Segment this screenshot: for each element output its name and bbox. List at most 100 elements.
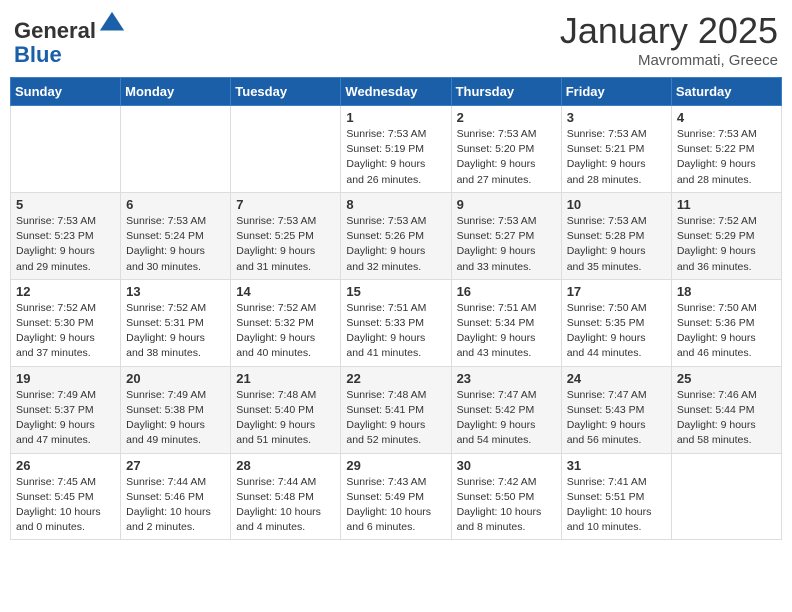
day-number: 10 [567, 197, 666, 212]
day-cell: 21Sunrise: 7:48 AM Sunset: 5:40 PM Dayli… [231, 366, 341, 453]
day-number: 28 [236, 458, 335, 473]
day-info: Sunrise: 7:53 AM Sunset: 5:24 PM Dayligh… [126, 214, 225, 275]
day-cell [231, 106, 341, 193]
logo-icon [98, 10, 126, 38]
day-info: Sunrise: 7:52 AM Sunset: 5:32 PM Dayligh… [236, 301, 335, 362]
week-row-3: 12 Sunrise: 7:52 AM Sunset: 5:30 PM Dayli… [11, 279, 782, 366]
day-info: Sunrise: 7:45 AM Sunset: 5:45 PM Dayligh… [16, 475, 115, 536]
day-number: 31 [567, 458, 666, 473]
day-number: 13 [126, 284, 225, 299]
day-info: Sunrise: 7:50 AM Sunset: 5:35 PM Dayligh… [567, 301, 666, 362]
day-cell: 17 Sunrise: 7:50 AM Sunset: 5:35 PM Dayli… [561, 279, 671, 366]
day-cell: 4 Sunrise: 7:53 AM Sunset: 5:22 PM Daylig… [671, 106, 781, 193]
title-block: January 2025 Mavrommati, Greece [560, 10, 778, 69]
day-number: 11 [677, 197, 776, 212]
day-number: 12 [16, 284, 115, 299]
day-number: 21 [236, 371, 335, 386]
day-info: Sunrise: 7:53 AM Sunset: 5:25 PM Dayligh… [236, 214, 335, 275]
day-cell: 16 Sunrise: 7:51 AM Sunset: 5:34 PM Dayli… [451, 279, 561, 366]
day-cell: 9 Sunrise: 7:53 AM Sunset: 5:27 PM Daylig… [451, 192, 561, 279]
day-info: Sunrise: 7:53 AM Sunset: 5:22 PM Dayligh… [677, 127, 776, 188]
weekday-header-saturday: Saturday [671, 78, 781, 106]
day-cell: 31 Sunrise: 7:41 AM Sunset: 5:51 PM Dayli… [561, 453, 671, 540]
day-info: Sunrise: 7:52 AM Sunset: 5:29 PM Dayligh… [677, 214, 776, 275]
logo-blue-text: Blue [14, 43, 62, 67]
day-info: Sunrise: 7:41 AM Sunset: 5:51 PM Dayligh… [567, 475, 666, 536]
day-info: Sunrise: 7:51 AM Sunset: 5:33 PM Dayligh… [346, 301, 445, 362]
day-cell: 6 Sunrise: 7:53 AM Sunset: 5:24 PM Daylig… [121, 192, 231, 279]
day-number: 17 [567, 284, 666, 299]
day-number: 25 [677, 371, 776, 386]
day-number: 26 [16, 458, 115, 473]
day-cell: 2Sunrise: 7:53 AM Sunset: 5:20 PM Daylig… [451, 106, 561, 193]
day-cell: 12 Sunrise: 7:52 AM Sunset: 5:30 PM Dayli… [11, 279, 121, 366]
day-number: 16 [457, 284, 556, 299]
day-cell: 30 Sunrise: 7:42 AM Sunset: 5:50 PM Dayli… [451, 453, 561, 540]
day-number: 4 [677, 110, 776, 125]
day-cell: 8 Sunrise: 7:53 AM Sunset: 5:26 PM Daylig… [341, 192, 451, 279]
day-cell: 20Sunrise: 7:49 AM Sunset: 5:38 PM Dayli… [121, 366, 231, 453]
week-row-1: 1 Sunrise: 7:53 AM Sunset: 5:19 PM Daylig… [11, 106, 782, 193]
weekday-header-wednesday: Wednesday [341, 78, 451, 106]
month-title: January 2025 [560, 10, 778, 52]
day-number: 8 [346, 197, 445, 212]
day-cell: 24Sunrise: 7:47 AM Sunset: 5:43 PM Dayli… [561, 366, 671, 453]
day-info: Sunrise: 7:47 AM Sunset: 5:42 PM Dayligh… [457, 388, 556, 449]
day-info: Sunrise: 7:43 AM Sunset: 5:49 PM Dayligh… [346, 475, 445, 536]
day-cell: 1 Sunrise: 7:53 AM Sunset: 5:19 PM Daylig… [341, 106, 451, 193]
day-number: 15 [346, 284, 445, 299]
day-number: 7 [236, 197, 335, 212]
day-cell: 26 Sunrise: 7:45 AM Sunset: 5:45 PM Dayli… [11, 453, 121, 540]
day-cell: 3 Sunrise: 7:53 AM Sunset: 5:21 PM Daylig… [561, 106, 671, 193]
day-info: Sunrise: 7:46 AM Sunset: 5:44 PM Dayligh… [677, 388, 776, 449]
day-info: Sunrise: 7:53 AM Sunset: 5:26 PM Dayligh… [346, 214, 445, 275]
day-info: Sunrise: 7:53 AM Sunset: 5:21 PM Dayligh… [567, 127, 666, 188]
day-info: Sunrise: 7:48 AM Sunset: 5:41 PM Dayligh… [346, 388, 445, 449]
day-info: Sunrise: 7:52 AM Sunset: 5:30 PM Dayligh… [16, 301, 115, 362]
day-number: 5 [16, 197, 115, 212]
day-info: Sunrise: 7:52 AM Sunset: 5:31 PM Dayligh… [126, 301, 225, 362]
calendar-table: SundayMondayTuesdayWednesdayThursdayFrid… [10, 77, 782, 540]
location: Mavrommati, Greece [560, 52, 778, 69]
day-cell [671, 453, 781, 540]
day-number: 3 [567, 110, 666, 125]
day-info: Sunrise: 7:42 AM Sunset: 5:50 PM Dayligh… [457, 475, 556, 536]
day-number: 9 [457, 197, 556, 212]
day-number: 1 [346, 110, 445, 125]
day-number: 22 [346, 371, 445, 386]
day-cell: 22 Sunrise: 7:48 AM Sunset: 5:41 PM Dayli… [341, 366, 451, 453]
day-cell: 18Sunrise: 7:50 AM Sunset: 5:36 PM Dayli… [671, 279, 781, 366]
day-cell: 29 Sunrise: 7:43 AM Sunset: 5:49 PM Dayli… [341, 453, 451, 540]
day-info: Sunrise: 7:49 AM Sunset: 5:38 PM Dayligh… [126, 388, 225, 449]
day-cell: 28 Sunrise: 7:44 AM Sunset: 5:48 PM Dayli… [231, 453, 341, 540]
day-number: 14 [236, 284, 335, 299]
day-number: 24 [567, 371, 666, 386]
day-cell: 14 Sunrise: 7:52 AM Sunset: 5:32 PM Dayli… [231, 279, 341, 366]
week-row-4: 19Sunrise: 7:49 AM Sunset: 5:37 PM Dayli… [11, 366, 782, 453]
logo-general-text: General [14, 18, 96, 43]
day-number: 29 [346, 458, 445, 473]
weekday-header-thursday: Thursday [451, 78, 561, 106]
day-cell: 11 Sunrise: 7:52 AM Sunset: 5:29 PM Dayli… [671, 192, 781, 279]
day-cell: 5Sunrise: 7:53 AM Sunset: 5:23 PM Daylig… [11, 192, 121, 279]
week-row-5: 26 Sunrise: 7:45 AM Sunset: 5:45 PM Dayli… [11, 453, 782, 540]
day-number: 19 [16, 371, 115, 386]
day-info: Sunrise: 7:51 AM Sunset: 5:34 PM Dayligh… [457, 301, 556, 362]
day-number: 27 [126, 458, 225, 473]
weekday-header-tuesday: Tuesday [231, 78, 341, 106]
day-cell: 7 Sunrise: 7:53 AM Sunset: 5:25 PM Daylig… [231, 192, 341, 279]
logo: General Blue [14, 10, 126, 67]
day-cell [121, 106, 231, 193]
day-cell: 23Sunrise: 7:47 AM Sunset: 5:42 PM Dayli… [451, 366, 561, 453]
day-cell: 13 Sunrise: 7:52 AM Sunset: 5:31 PM Dayli… [121, 279, 231, 366]
day-number: 30 [457, 458, 556, 473]
day-info: Sunrise: 7:53 AM Sunset: 5:27 PM Dayligh… [457, 214, 556, 275]
weekday-header-row: SundayMondayTuesdayWednesdayThursdayFrid… [11, 78, 782, 106]
day-info: Sunrise: 7:53 AM Sunset: 5:19 PM Dayligh… [346, 127, 445, 188]
day-cell: 19Sunrise: 7:49 AM Sunset: 5:37 PM Dayli… [11, 366, 121, 453]
day-cell: 25 Sunrise: 7:46 AM Sunset: 5:44 PM Dayli… [671, 366, 781, 453]
day-info: Sunrise: 7:53 AM Sunset: 5:20 PM Dayligh… [457, 127, 556, 188]
day-info: Sunrise: 7:44 AM Sunset: 5:48 PM Dayligh… [236, 475, 335, 536]
day-cell [11, 106, 121, 193]
day-number: 6 [126, 197, 225, 212]
